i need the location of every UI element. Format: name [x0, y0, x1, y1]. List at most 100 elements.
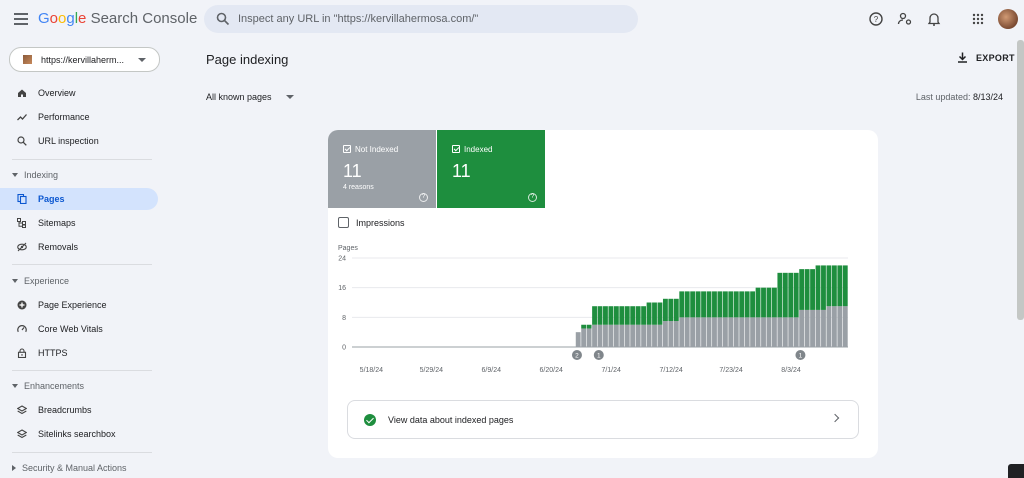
sidebar-item-breadcrumbs[interactable]: Breadcrumbs — [0, 399, 158, 421]
gauge-icon — [17, 324, 27, 334]
bar-indexed — [733, 291, 739, 318]
bar-indexed — [597, 306, 603, 325]
bar-indexed — [739, 291, 745, 318]
bar-not-indexed — [826, 306, 832, 347]
section-security-manual-actions[interactable]: Security & Manual Actions — [0, 460, 158, 476]
help-icon[interactable]: ? — [419, 193, 428, 202]
section-experience[interactable]: Experience — [0, 273, 158, 289]
avatar[interactable] — [998, 9, 1018, 29]
scrollbar[interactable] — [1017, 40, 1024, 320]
view-indexed-pages-link[interactable]: View data about indexed pages — [347, 400, 859, 439]
url-inspection-search[interactable] — [204, 5, 638, 33]
annotation-label: 1 — [597, 353, 601, 360]
bar-indexed — [592, 306, 597, 325]
indexed-tile[interactable]: Indexed 11 ? — [437, 130, 545, 208]
sidebar-item-url-inspection[interactable]: URL inspection — [0, 130, 158, 152]
manage-users-icon[interactable] — [897, 11, 913, 27]
bar-not-indexed — [788, 317, 794, 347]
bar-indexed — [635, 306, 641, 325]
bar-not-indexed — [831, 306, 837, 347]
menu-icon[interactable] — [14, 13, 28, 25]
bar-indexed — [706, 291, 712, 318]
bar-not-indexed — [799, 309, 805, 347]
search-icon — [216, 12, 230, 26]
x-tick-label: 5/29/24 — [420, 367, 443, 374]
sidebar-item-https[interactable]: HTTPS — [0, 342, 158, 364]
bar-not-indexed — [624, 324, 630, 347]
bar-indexed — [826, 265, 832, 307]
section-indexing[interactable]: Indexing — [0, 167, 158, 183]
checkbox-checked-icon[interactable] — [452, 145, 460, 153]
bar-indexed — [804, 269, 810, 310]
y-tick-label: 8 — [342, 315, 346, 322]
collapse-arrow-icon — [12, 279, 18, 283]
bar-not-indexed — [641, 324, 647, 347]
section-enhancements[interactable]: Enhancements — [0, 378, 158, 394]
not-indexed-tile[interactable]: Not Indexed 11 4 reasons ? — [328, 130, 436, 208]
sidebar-item-sitemaps[interactable]: Sitemaps — [0, 212, 158, 234]
x-tick-label: 7/12/24 — [659, 367, 682, 374]
property-selector[interactable]: https://kervillaherm... — [9, 47, 160, 72]
section-label: Indexing — [24, 170, 59, 180]
sidebar-item-page-experience[interactable]: Page Experience — [0, 294, 158, 316]
bar-not-indexed — [630, 324, 636, 347]
bar-not-indexed — [608, 324, 614, 347]
notifications-icon[interactable] — [926, 11, 942, 27]
bar-not-indexed — [695, 317, 701, 347]
filter-value: All known pages — [206, 92, 272, 102]
help-icon[interactable]: ? — [528, 193, 537, 202]
search-icon — [17, 136, 27, 146]
divider — [12, 264, 152, 265]
logo-product: Search Console — [90, 10, 198, 27]
sidebar-item-label: HTTPS — [38, 348, 68, 358]
search-input[interactable] — [238, 9, 628, 29]
view-data-label: View data about indexed pages — [388, 414, 514, 425]
trending-icon — [17, 112, 27, 122]
bar-indexed — [755, 287, 761, 318]
bar-not-indexed — [690, 317, 696, 347]
bar-not-indexed — [657, 324, 663, 347]
pages-filter-dropdown[interactable]: All known pages — [206, 92, 294, 102]
layers-icon — [17, 405, 27, 415]
annotation-label: 1 — [799, 353, 803, 360]
export-button[interactable]: EXPORT — [957, 52, 1015, 63]
page-title: Page indexing — [206, 52, 289, 67]
layers-icon — [17, 429, 27, 439]
impressions-toggle[interactable]: Impressions — [338, 217, 405, 228]
bar-not-indexed — [771, 317, 777, 347]
sidebar-item-removals[interactable]: Removals — [0, 236, 158, 258]
sitemap-icon — [17, 218, 27, 228]
bar-not-indexed — [777, 317, 783, 347]
bar-indexed — [673, 298, 679, 322]
sidebar-item-label: Sitelinks searchbox — [38, 429, 116, 439]
bar-not-indexed — [662, 321, 668, 347]
plus-circle-icon — [17, 300, 27, 310]
bar-indexed — [771, 287, 777, 318]
bar-indexed — [652, 302, 657, 325]
bar-indexed — [728, 291, 734, 318]
bar-indexed — [662, 298, 668, 322]
x-tick-label: 8/3/24 — [781, 367, 801, 374]
bar-not-indexed — [739, 317, 745, 347]
bar-indexed — [690, 291, 696, 318]
sidebar-item-overview[interactable]: Overview — [0, 82, 158, 104]
app-logo[interactable]: Google Search Console — [38, 10, 197, 27]
sidebar-item-sitelinks-searchbox[interactable]: Sitelinks searchbox — [0, 423, 158, 445]
help-icon[interactable]: ? — [868, 11, 884, 27]
x-tick-label: 6/20/24 — [540, 367, 563, 374]
checkbox-checked-icon[interactable] — [343, 145, 351, 153]
sidebar-item-performance[interactable]: Performance — [0, 106, 158, 128]
sidebar-item-pages[interactable]: Pages — [0, 188, 158, 210]
bar-indexed — [646, 302, 652, 325]
sidebar-item-label: Core Web Vitals — [38, 324, 103, 334]
impressions-label: Impressions — [356, 217, 405, 228]
sidebar-item-core-web-vitals[interactable]: Core Web Vitals — [0, 318, 158, 340]
tile-subtitle: 4 reasons — [343, 184, 374, 191]
y-tick-label: 0 — [342, 345, 346, 352]
annotation-label: 2 — [575, 353, 579, 360]
bar-indexed — [668, 298, 674, 322]
apps-grid-icon[interactable] — [970, 11, 986, 27]
checkbox-unchecked-icon[interactable] — [338, 217, 349, 228]
top-bar: Google Search Console ? — [0, 0, 1024, 40]
bar-not-indexed — [750, 317, 756, 347]
